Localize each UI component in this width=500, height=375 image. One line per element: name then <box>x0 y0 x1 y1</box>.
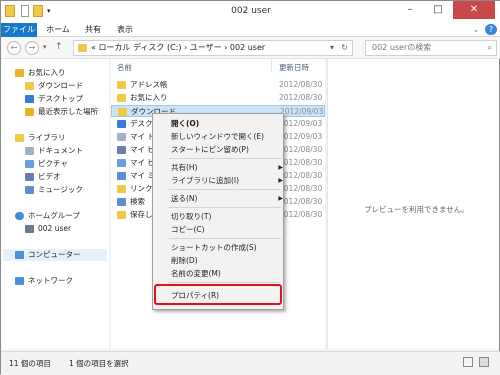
file-row[interactable]: お気に入り 2012/08/30 <box>111 92 325 104</box>
search-input[interactable]: 002 userの検索 ⌕ <box>365 40 497 56</box>
submenu-arrow-icon: ▶ <box>278 177 283 184</box>
nav-favorites[interactable]: お気に入り <box>15 67 66 79</box>
nav-libraries[interactable]: ライブラリ <box>15 132 66 144</box>
menu-add-to-library[interactable]: ライブラリに追加(I) ▶ <box>171 174 283 187</box>
address-input[interactable]: « ローカル ディスク (C:) › ユーザー › 002 user ▾ ↻ <box>73 40 353 56</box>
navigation-pane: お気に入り ダウンロード デスクトップ 最近表示した場所 ライブラリ ドキュメン… <box>1 59 109 349</box>
large-icons-view-icon[interactable] <box>479 357 489 367</box>
network-icon <box>15 277 24 285</box>
library-icon <box>15 134 24 142</box>
homegroup-icon <box>15 212 24 220</box>
nav-desktop[interactable]: デスクトップ <box>25 93 83 105</box>
menu-rename[interactable]: 名前の変更(M) <box>171 267 221 280</box>
search-icon: ⌕ <box>487 43 492 52</box>
properties-highlight-box <box>154 284 282 305</box>
download-folder-icon <box>25 82 34 90</box>
computer-icon <box>15 251 24 259</box>
nav-downloads[interactable]: ダウンロード <box>25 80 83 92</box>
title-bar: ▾ 002 user – □ ✕ <box>1 1 500 23</box>
menu-pin-to-start[interactable]: スタートにピン留め(P) <box>171 143 249 156</box>
help-icon[interactable]: ? <box>485 24 497 35</box>
menu-open[interactable]: 開く(O) <box>171 117 199 130</box>
tab-view[interactable]: 表示 <box>115 23 135 37</box>
menu-separator <box>169 282 281 283</box>
menu-copy[interactable]: コピー(C) <box>171 223 205 236</box>
nav-homegroup[interactable]: ホームグループ <box>15 210 80 222</box>
minimize-button[interactable]: – <box>397 1 423 19</box>
nav-documents[interactable]: ドキュメント <box>25 145 83 157</box>
pictures-icon <box>25 160 34 168</box>
menu-separator <box>169 158 281 159</box>
saved-games-folder-icon <box>117 211 126 219</box>
address-bar-area: ← → ▾ ↑ « ローカル ディスク (C:) › ユーザー › 002 us… <box>1 37 500 59</box>
tab-share[interactable]: 共有 <box>83 23 103 37</box>
folder-icon <box>78 43 87 52</box>
user-icon <box>25 225 34 233</box>
menu-separator <box>169 238 281 239</box>
column-header-name[interactable]: 名前 <box>117 62 132 73</box>
nav-network[interactable]: ネットワーク <box>15 275 73 287</box>
ribbon-expand-icon[interactable]: ⌄ <box>471 23 481 37</box>
videos-folder-icon <box>117 146 126 154</box>
address-path: « ローカル ディスク (C:) › ユーザー › 002 user <box>91 43 266 52</box>
ribbon-tabs: ファイル ホーム 共有 表示 ⌄ ? <box>1 23 500 37</box>
menu-separator <box>169 207 281 208</box>
submenu-arrow-icon: ▶ <box>278 195 283 202</box>
star-icon <box>15 69 24 77</box>
close-button[interactable]: ✕ <box>453 1 495 19</box>
column-header-date[interactable]: 更新日時 <box>279 62 309 73</box>
documents-folder-icon <box>117 133 126 141</box>
item-count: 11 個の項目 <box>9 359 51 368</box>
nav-videos[interactable]: ビデオ <box>25 171 61 183</box>
documents-icon <box>25 147 34 155</box>
preview-message: プレビューを利用できません。 <box>364 205 469 214</box>
recent-places-icon <box>25 108 34 116</box>
pictures-folder-icon <box>117 159 126 167</box>
nav-recent-places[interactable]: 最近表示した場所 <box>25 106 98 118</box>
desktop-icon <box>25 95 34 103</box>
download-folder-icon <box>118 108 127 116</box>
nav-pictures[interactable]: ピクチャ <box>25 158 68 170</box>
desktop-folder-icon <box>117 120 126 128</box>
music-icon <box>25 186 34 194</box>
favorites-folder-icon <box>117 94 126 102</box>
links-folder-icon <box>117 185 126 193</box>
menu-separator <box>169 189 281 190</box>
recent-locations-icon[interactable]: ▾ <box>43 43 47 51</box>
menu-share[interactable]: 共有(H) ▶ <box>171 161 283 174</box>
tab-file[interactable]: ファイル <box>1 23 37 37</box>
file-row[interactable]: アドレス帳 2012/08/30 <box>111 79 325 91</box>
menu-delete[interactable]: 削除(D) <box>171 254 198 267</box>
menu-open-new-window[interactable]: 新しいウィンドウで開く(E) <box>171 130 264 143</box>
nav-user[interactable]: 002 user <box>25 223 71 235</box>
folder-icon <box>117 81 126 89</box>
videos-icon <box>25 173 34 181</box>
column-divider[interactable] <box>271 59 272 73</box>
menu-cut[interactable]: 切り取り(T) <box>171 210 211 223</box>
up-button[interactable]: ↑ <box>55 42 63 52</box>
address-dropdown-icon[interactable]: ▾ <box>330 41 334 55</box>
status-bar: 11 個の項目 1 個の項目を選択 <box>1 351 500 375</box>
tab-home[interactable]: ホーム <box>45 23 71 37</box>
details-view-icon[interactable] <box>463 357 473 367</box>
menu-create-shortcut[interactable]: ショートカットの作成(S) <box>171 241 257 254</box>
search-placeholder: 002 userの検索 <box>372 43 432 52</box>
nav-computer[interactable]: コンピューター <box>3 249 107 261</box>
selected-count: 1 個の項目を選択 <box>69 359 129 368</box>
back-button[interactable]: ← <box>7 41 21 55</box>
submenu-arrow-icon: ▶ <box>278 164 283 171</box>
forward-button[interactable]: → <box>25 41 39 55</box>
refresh-icon[interactable]: ↻ <box>341 41 348 55</box>
music-folder-icon <box>117 172 126 180</box>
menu-send-to[interactable]: 送る(N) ▶ <box>171 192 283 205</box>
maximize-button[interactable]: □ <box>425 1 451 19</box>
context-menu: 開く(O) 新しいウィンドウで開く(E) スタートにピン留め(P) 共有(H) ▶… <box>152 113 284 310</box>
nav-music[interactable]: ミュージック <box>25 184 83 196</box>
preview-pane: プレビューを利用できません。 <box>327 59 499 349</box>
search-folder-icon <box>117 198 126 206</box>
